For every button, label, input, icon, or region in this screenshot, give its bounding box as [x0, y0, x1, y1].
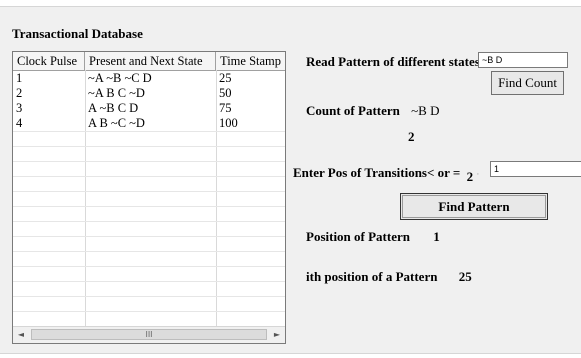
count-value: 2	[408, 129, 415, 144]
cell-time-stamp: 25	[219, 71, 232, 85]
cell-clock-pulse: 3	[16, 101, 23, 115]
table-row[interactable]: 2 ~A B C ~D 50	[13, 86, 285, 101]
table-row[interactable]	[13, 251, 285, 266]
scroll-right-icon[interactable]: ►	[269, 327, 285, 343]
cell-time-stamp: 50	[219, 86, 232, 100]
position-label: Position of Pattern	[306, 229, 410, 244]
find-pattern-button[interactable]: Find Pattern	[400, 193, 548, 220]
count-row: Count of Pattern ~B D	[306, 103, 439, 119]
cell-clock-pulse: 4	[16, 116, 23, 130]
count-label: Count of Pattern	[306, 103, 400, 118]
read-pattern-input[interactable]: ~B D	[478, 52, 568, 68]
app-window: Transactional Database Clock Pulse Prese…	[0, 6, 581, 354]
table-row[interactable]	[13, 206, 285, 221]
table-row[interactable]	[13, 236, 285, 251]
cell-state: ~A ~B ~C D	[88, 71, 152, 85]
read-pattern-label: Read Pattern of different states	[306, 54, 480, 69]
row-divider	[13, 311, 285, 312]
column-header-state[interactable]: Present and Next State	[85, 52, 216, 70]
table-row[interactable]: 4 A B ~C ~D 100	[13, 116, 285, 131]
ith-position-value: 25	[458, 269, 472, 284]
table-row[interactable]: 1 ~A ~B ~C D 25	[13, 71, 285, 86]
table-row[interactable]	[13, 191, 285, 206]
table-row[interactable]	[13, 281, 285, 296]
transitions-input[interactable]: 1	[490, 161, 581, 177]
cell-state: A B ~C ~D	[88, 116, 145, 130]
horizontal-scrollbar[interactable]: ◄ III ►	[13, 326, 285, 343]
transitions-limit: 2	[466, 169, 474, 184]
cell-time-stamp: 75	[219, 101, 232, 115]
transaction-grid[interactable]: Clock Pulse Present and Next State Time …	[12, 51, 286, 344]
ith-position-label: ith position of a Pattern	[306, 269, 438, 284]
column-header-time-stamp[interactable]: Time Stamp	[216, 52, 285, 70]
transitions-colon: ·	[476, 169, 480, 179]
cell-clock-pulse: 2	[16, 86, 23, 100]
position-value: 1	[433, 229, 440, 244]
column-header-clock-pulse[interactable]: Clock Pulse	[13, 52, 85, 70]
ith-position-row: ith position of a Pattern 25	[306, 269, 472, 285]
cell-clock-pulse: 1	[16, 71, 23, 85]
table-row[interactable]	[13, 131, 285, 146]
table-row[interactable]	[13, 221, 285, 236]
table-row[interactable]	[13, 146, 285, 161]
table-row[interactable]	[13, 161, 285, 176]
scroll-thumb[interactable]: III	[31, 329, 267, 340]
groupbox-title: Transactional Database	[12, 26, 143, 41]
transitions-row: Enter Pos of Transitions< or = 2 ·	[293, 165, 480, 184]
cell-time-stamp: 100	[219, 116, 238, 130]
table-row[interactable]	[13, 266, 285, 281]
position-row: Position of Pattern 1	[306, 229, 440, 245]
grid-header: Clock Pulse Present and Next State Time …	[13, 52, 285, 71]
table-row[interactable]	[13, 296, 285, 311]
cell-state: ~A B C ~D	[88, 86, 145, 100]
scroll-left-icon[interactable]: ◄	[13, 327, 29, 343]
find-count-button[interactable]: Find Count	[491, 71, 564, 95]
table-row[interactable]	[13, 176, 285, 191]
count-pattern: ~B D	[411, 103, 440, 118]
transitions-label: Enter Pos of Transitions< or =	[293, 165, 461, 180]
cell-state: A ~B C D	[88, 101, 139, 115]
table-row[interactable]: 3 A ~B C D 75	[13, 101, 285, 116]
